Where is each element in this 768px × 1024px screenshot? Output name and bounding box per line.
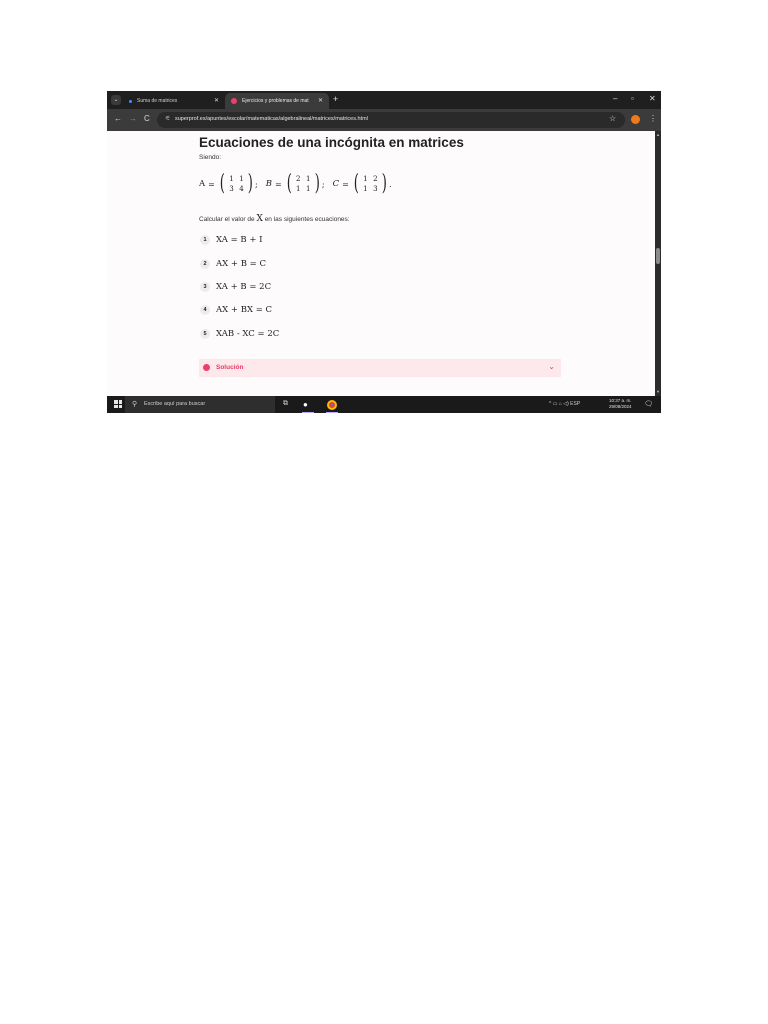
close-icon[interactable]: ✕ bbox=[318, 97, 323, 104]
equation: AX + B = C bbox=[216, 259, 266, 269]
new-tab-button[interactable]: + bbox=[333, 94, 338, 104]
tab-suma-de-matrices[interactable]: Suma de matrices ✕ bbox=[123, 93, 225, 109]
page-title: Ecuaciones de una incógnita en matrices bbox=[199, 135, 464, 150]
list-item: 4 AX + BX = C bbox=[200, 305, 272, 315]
superprof-favicon-icon bbox=[231, 98, 237, 104]
navigation-bar: ← → C ⚟ superprof.es/apuntes/escolar/mat… bbox=[107, 109, 661, 131]
list-item: 3 XA + B = 2C bbox=[200, 282, 271, 292]
chrome-icon bbox=[327, 400, 337, 410]
favicon-icon bbox=[129, 99, 132, 103]
tab-label: Ejercicios y problemas de mat bbox=[242, 98, 309, 104]
address-bar[interactable]: ⚟ superprof.es/apuntes/escolar/matematic… bbox=[157, 112, 625, 128]
tab-bar: ⌄ Suma de matrices ✕ Ejercicios y proble… bbox=[107, 91, 661, 109]
scroll-down-icon[interactable]: ▼ bbox=[656, 389, 660, 394]
search-app-icon: ● bbox=[303, 400, 308, 409]
search-icon: ⚲ bbox=[132, 401, 138, 408]
matrix-b: 21 11 bbox=[296, 175, 311, 193]
task-view-icon[interactable]: ⧉ bbox=[283, 400, 288, 408]
maximize-button[interactable]: ▫ bbox=[631, 94, 634, 103]
siendo-label: Siendo: bbox=[199, 154, 222, 161]
scrollbar-thumb[interactable] bbox=[656, 248, 660, 264]
screenshot-frame: ⌄ Suma de matrices ✕ Ejercicios y proble… bbox=[107, 91, 661, 413]
item-number-badge: 4 bbox=[200, 305, 210, 315]
clock[interactable]: 10:37 a. m. 29/08/2024 bbox=[609, 398, 632, 410]
system-tray[interactable]: ^ ▭ ⌂ ◁) ESP bbox=[549, 401, 580, 407]
superprof-logo-icon bbox=[203, 364, 210, 371]
list-item: 1 XA = B + I bbox=[200, 235, 263, 245]
variable-x: X bbox=[256, 214, 263, 224]
chevron-down-icon[interactable]: ⌄ bbox=[548, 362, 555, 371]
back-button[interactable]: ← bbox=[114, 114, 122, 123]
matrix-definitions: A = ( 11 34 ) ; B = ( 21 11 ) ; C = ( 1 bbox=[199, 171, 392, 196]
reload-button[interactable]: C bbox=[144, 114, 150, 123]
notification-icon[interactable]: 🗨 bbox=[644, 400, 653, 408]
equation: XAB - XC = 2C bbox=[216, 329, 280, 339]
windows-start-icon[interactable] bbox=[114, 400, 122, 408]
equation: XA = B + I bbox=[216, 235, 263, 245]
taskbar-app-chrome[interactable] bbox=[324, 397, 340, 413]
item-number-badge: 3 bbox=[200, 282, 210, 292]
equation: XA + B = 2C bbox=[216, 282, 272, 292]
matrix-c: 12 13 bbox=[363, 175, 378, 193]
item-number-badge: 1 bbox=[200, 235, 210, 245]
tab-ejercicios[interactable]: Ejercicios y problemas de mat ✕ bbox=[225, 93, 329, 109]
list-item: 5 XAB - XC = 2C bbox=[200, 329, 279, 339]
windows-taskbar: ⚲ Escribe aquí para buscar ⧉ ● ^ ▭ ⌂ ◁) … bbox=[107, 396, 661, 413]
search-placeholder: Escribe aquí para buscar bbox=[144, 401, 206, 407]
forward-button[interactable]: → bbox=[129, 114, 137, 123]
matrix-b-name: B bbox=[265, 179, 272, 189]
instruction-text: Calcular el valor de X en las siguientes… bbox=[199, 214, 350, 224]
item-number-badge: 5 bbox=[200, 329, 210, 339]
page-content: Ecuaciones de una incógnita en matrices … bbox=[107, 131, 655, 396]
item-number-badge: 2 bbox=[200, 259, 210, 269]
clock-date: 29/08/2024 bbox=[609, 404, 632, 409]
solution-label[interactable]: Solución bbox=[216, 364, 243, 371]
list-item: 2 AX + B = C bbox=[200, 259, 266, 269]
taskbar-app-search[interactable]: ● bbox=[300, 397, 316, 413]
solution-accordion[interactable]: Solución ⌄ bbox=[199, 359, 561, 377]
minimize-button[interactable]: – bbox=[613, 94, 617, 103]
close-window-button[interactable]: ✕ bbox=[649, 94, 656, 103]
browser-menu-icon[interactable]: ⋮ bbox=[649, 114, 657, 123]
equation: AX + BX = C bbox=[216, 305, 273, 315]
scroll-up-icon[interactable]: ▲ bbox=[656, 132, 660, 137]
site-settings-icon[interactable]: ⚟ bbox=[165, 115, 170, 122]
matrix-a: 11 34 bbox=[229, 175, 244, 193]
tab-label: Suma de matrices bbox=[137, 98, 178, 104]
matrix-a-name: A bbox=[199, 179, 206, 189]
url-text[interactable]: superprof.es/apuntes/escolar/matematicas… bbox=[175, 116, 368, 122]
taskbar-search-input[interactable]: ⚲ Escribe aquí para buscar bbox=[125, 396, 275, 413]
tab-list-button[interactable]: ⌄ bbox=[111, 95, 121, 105]
bookmark-star-icon[interactable]: ☆ bbox=[609, 114, 616, 123]
profile-avatar[interactable] bbox=[631, 115, 640, 124]
matrix-c-name: C bbox=[332, 179, 340, 189]
close-icon[interactable]: ✕ bbox=[214, 97, 219, 104]
